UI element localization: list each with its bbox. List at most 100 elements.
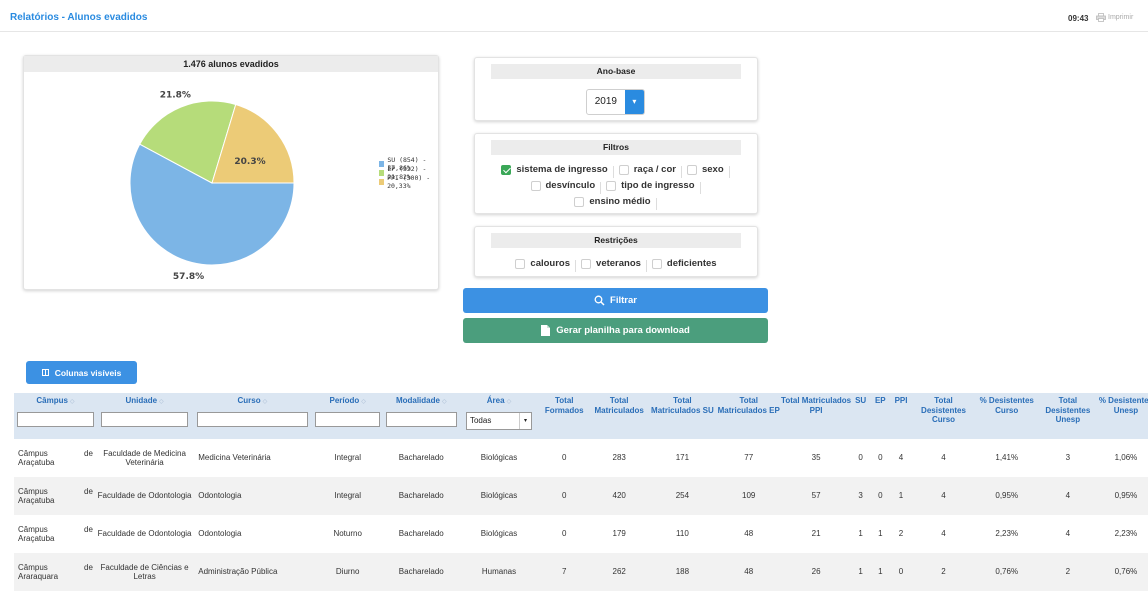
legend-item[interactable]: PPI (300) - 20,33%	[379, 174, 438, 190]
filter-desvinculo[interactable]: desvínculo	[530, 178, 595, 193]
cell-area: Humanas	[459, 553, 539, 591]
printer-icon	[1096, 13, 1106, 22]
cell-tm-ep: 77	[716, 439, 781, 477]
restricoes-row: calouros veteranos deficientes	[475, 256, 757, 274]
col-header-unidade[interactable]: Unidade ◇	[96, 393, 193, 439]
cell-total-formados: 0	[538, 439, 591, 477]
filtrar-label: Filtrar	[610, 295, 637, 306]
colunas-label: Colunas visíveis	[54, 367, 122, 378]
periodo-filter-input[interactable]	[315, 411, 381, 427]
cell-modalidade: Bacharelado	[382, 439, 460, 477]
cell-area: Biológicas	[459, 515, 539, 553]
print-link[interactable]: Imprimir	[1096, 13, 1133, 22]
modalidade-filter-input[interactable]	[385, 411, 457, 427]
cell-total-formados: 0	[538, 515, 591, 553]
cell-ep: 0	[869, 477, 891, 515]
checkbox-icon[interactable]	[581, 258, 592, 269]
cell-area: Biológicas	[459, 477, 539, 515]
filtros-panel: Filtros sistema de ingresso raça / cor sex…	[474, 133, 758, 214]
filter-sistema-ingresso[interactable]: sistema de ingresso	[501, 162, 608, 177]
cell-periodo: Noturno	[312, 515, 383, 553]
filter-sexo[interactable]: sexo	[686, 162, 724, 177]
col-header-campus[interactable]: Câmpus ◇	[14, 393, 97, 439]
table-row: Câmpus de Araçatuba Faculdade de Odontologi…	[14, 477, 1148, 515]
cell-total-formados: 7	[538, 553, 591, 591]
print-label: Imprimir	[1108, 14, 1134, 21]
cell-campus: Câmpus de Araraquara	[14, 553, 97, 591]
cell-curso: Administração Pública	[192, 553, 313, 591]
pie-slice-label: 20.3%	[234, 157, 265, 167]
col-header-td-curso[interactable]: Total Desistentes Curso	[911, 393, 976, 439]
col-header-pd-curso[interactable]: % Desistentes Curso	[975, 393, 1038, 439]
area-filter-select[interactable]: Todas ▾	[465, 411, 532, 430]
cell-tm-su: 110	[648, 515, 717, 553]
col-header-tm-ppi[interactable]: Total Matriculados PPI	[780, 393, 852, 439]
col-header-periodo[interactable]: Período ◇	[312, 393, 383, 439]
checkbox-icon[interactable]	[651, 258, 662, 269]
chevron-down-icon[interactable]: ▾	[624, 90, 644, 114]
chevron-down-icon: ▾	[518, 412, 531, 429]
restr-label: veteranos	[596, 258, 641, 269]
col-header-pd-unesp[interactable]: % Desistentes Unesp	[1097, 393, 1148, 439]
cell-su: 3	[851, 477, 870, 515]
separator	[728, 165, 730, 178]
restricoes-panel: Restrições calouros veteranos deficientes	[474, 226, 758, 277]
col-header-tm-su[interactable]: Total Matriculados SU	[648, 393, 717, 439]
cell-td-unesp: 4	[1037, 477, 1098, 515]
file-icon	[541, 325, 551, 336]
col-header-tm-ep[interactable]: Total Matriculados EP	[716, 393, 781, 439]
col-header-total-matriculados[interactable]: Total Matriculados	[590, 393, 649, 439]
checkbox-icon[interactable]	[606, 180, 617, 191]
filter-ensino-medio[interactable]: ensino médio	[574, 194, 651, 209]
table-row: Câmpus de Araraquara Faculdade de Ciências …	[14, 553, 1148, 591]
cell-total-matriculados: 283	[590, 439, 649, 477]
pie-slice-label: 57.8%	[173, 272, 204, 282]
table-header-row: Câmpus ◇ Unidade ◇ Curso ◇ Período ◇ Modalid…	[14, 393, 1148, 439]
cell-tm-ep: 48	[716, 553, 781, 591]
col-header-area[interactable]: Área ◇ Todas ▾	[459, 393, 539, 439]
pie-chart: 57.8% 21.8% 20.3%	[129, 90, 295, 282]
checkbox-icon[interactable]	[574, 196, 585, 207]
col-header-td-unesp[interactable]: Total Desistentes Unesp	[1037, 393, 1098, 439]
col-header-modalidade[interactable]: Modalidade ◇	[382, 393, 460, 439]
col-header-ppi[interactable]: PPI	[890, 393, 912, 439]
restr-calouros[interactable]: calouros	[515, 256, 570, 271]
col-header-su[interactable]: SU	[851, 393, 870, 439]
col-header-curso[interactable]: Curso ◇	[192, 393, 313, 439]
col-header-total-formados[interactable]: Total Formados	[538, 393, 591, 439]
curso-filter-input[interactable]	[197, 411, 308, 427]
gerar-planilha-button[interactable]: Gerar planilha para download	[463, 318, 768, 343]
table-row: Câmpus de Araçatuba Faculdade de Odontologi…	[14, 515, 1148, 553]
restr-label: calouros	[530, 258, 571, 269]
unidade-filter-input[interactable]	[100, 411, 189, 427]
filtrar-button[interactable]: Filtrar	[463, 288, 768, 313]
separator	[699, 181, 701, 194]
checkbox-icon[interactable]	[530, 180, 541, 191]
cell-tm-ep: 48	[716, 515, 781, 553]
cell-tm-ppi: 21	[780, 515, 852, 553]
cell-total-matriculados: 179	[590, 515, 649, 553]
cell-curso: Odontologia	[192, 515, 313, 553]
separator	[655, 197, 657, 210]
cell-su: 0	[851, 439, 870, 477]
filter-raca-cor[interactable]: raça / cor	[618, 162, 676, 177]
restr-veteranos[interactable]: veteranos	[581, 256, 641, 271]
anobase-title: Ano-base	[491, 64, 741, 79]
restr-deficientes[interactable]: deficientes	[651, 256, 717, 271]
separator	[680, 165, 682, 178]
cell-td-unesp: 2	[1037, 553, 1098, 591]
checkbox-icon[interactable]	[515, 258, 526, 269]
checkbox-checked-icon[interactable]	[501, 164, 512, 175]
checkbox-icon[interactable]	[686, 164, 697, 175]
filter-label: ensino médio	[589, 196, 651, 207]
cell-td-unesp: 4	[1037, 515, 1098, 553]
filter-tipo-ingresso[interactable]: tipo de ingresso	[606, 178, 695, 193]
cell-periodo: Integral	[312, 439, 383, 477]
campus-filter-input[interactable]	[17, 411, 94, 427]
cell-curso: Odontologia	[192, 477, 313, 515]
col-header-ep[interactable]: EP	[869, 393, 891, 439]
year-select[interactable]: 2019 ▾	[586, 89, 645, 115]
filter-label: raça / cor	[633, 164, 676, 175]
colunas-visiveis-button[interactable]: Colunas visíveis	[26, 361, 137, 384]
checkbox-icon[interactable]	[618, 164, 629, 175]
